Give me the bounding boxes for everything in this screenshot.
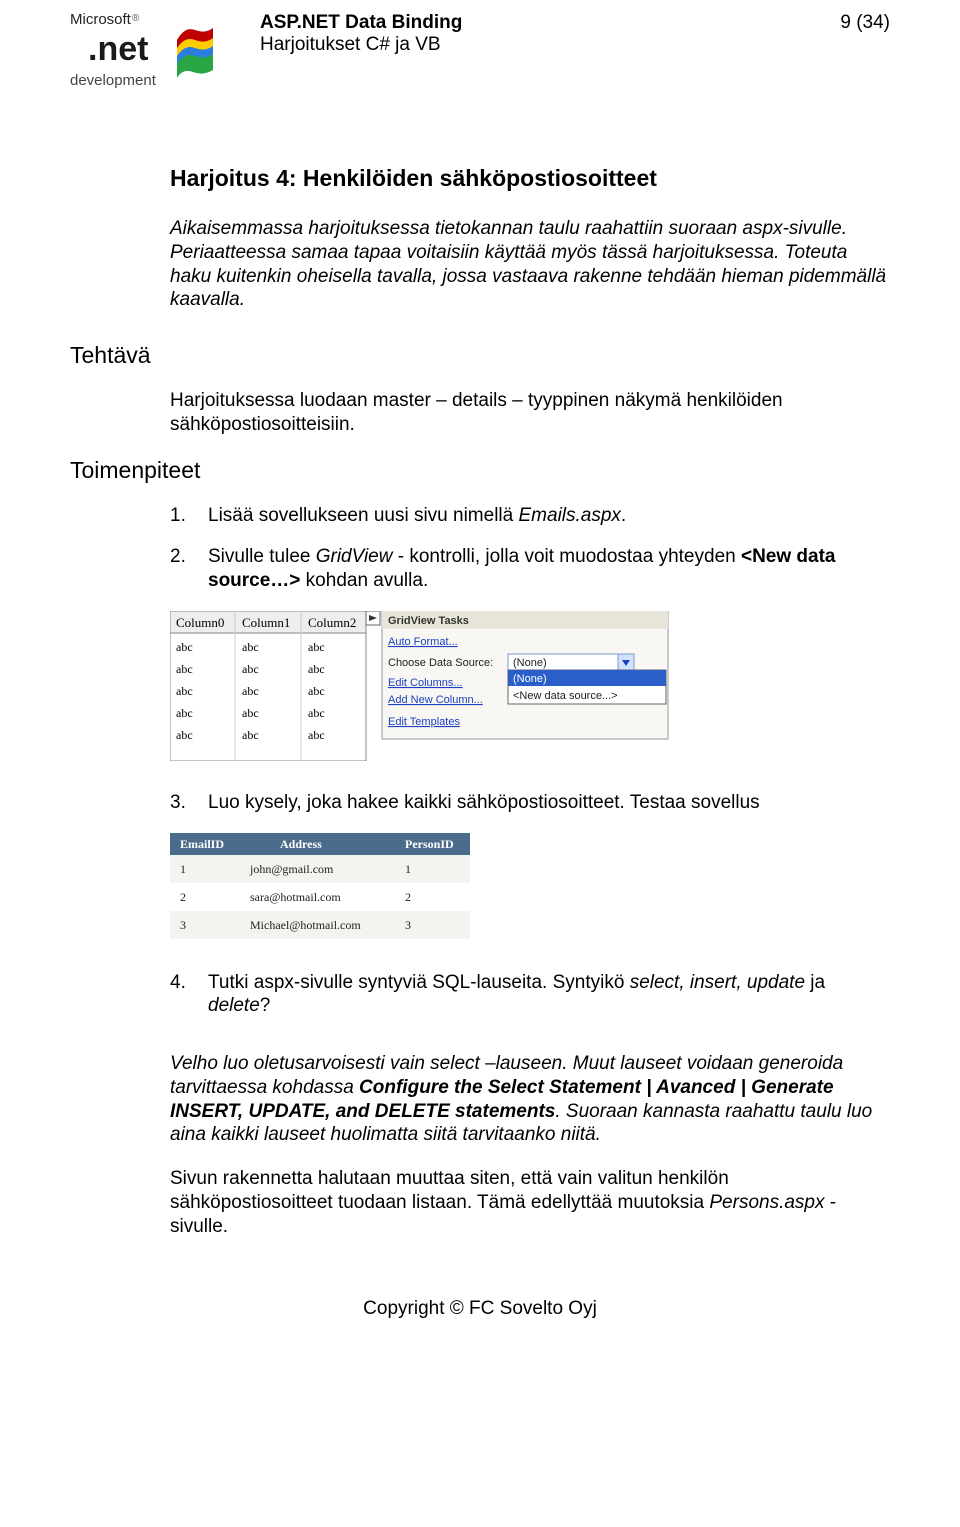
exercise-prefix: Harjoitus 4: <box>170 165 303 191</box>
svg-text:Auto Format...: Auto Format... <box>388 636 458 648</box>
svg-text:abc: abc <box>242 728 259 742</box>
svg-text:abc: abc <box>176 684 193 698</box>
step-em: select, insert, update <box>630 972 805 993</box>
svg-text:2: 2 <box>180 890 186 904</box>
svg-text:<New data source...>: <New data source...> <box>513 690 618 702</box>
closing-em: Persons.aspx <box>709 1192 824 1213</box>
svg-text:Column1: Column1 <box>242 615 290 630</box>
svg-text:1: 1 <box>405 862 411 876</box>
svg-text:2: 2 <box>405 890 411 904</box>
exercise-title: Henkilöiden sähköpostiosoitteet <box>303 165 657 191</box>
step-2: 2. Sivulle tulee GridView - kontrolli, j… <box>170 545 890 593</box>
exercise-intro: Aikaisemmassa harjoituksessa tietokannan… <box>170 217 890 312</box>
step-text-mid: - kontrolli, jolla voit muodostaa yhteyd… <box>392 546 741 567</box>
copyright-footer: Copyright © FC Sovelto Oyj <box>70 1298 890 1320</box>
svg-text:Column2: Column2 <box>308 615 356 630</box>
doc-title: ASP.NET Data Binding <box>260 12 462 34</box>
svg-text:3: 3 <box>405 918 411 932</box>
svg-text:abc: abc <box>176 728 193 742</box>
svg-text:3: 3 <box>180 918 186 932</box>
step-3: 3. Luo kysely, joka hakee kaikki sähköpo… <box>170 791 890 815</box>
svg-text:Add New Column...: Add New Column... <box>388 694 483 706</box>
svg-text:abc: abc <box>242 706 259 720</box>
svg-text:abc: abc <box>308 640 325 654</box>
svg-text:1: 1 <box>180 862 186 876</box>
ms-net-logo: Microsoft ® .net development <box>70 10 260 95</box>
step-mid: ja <box>805 972 825 993</box>
svg-text:abc: abc <box>176 662 193 676</box>
step-num: 4. <box>170 971 208 1019</box>
step-4: 4. Tutki aspx-sivulle syntyviä SQL-lause… <box>170 971 890 1019</box>
step-text-end: kohdan avulla. <box>300 570 428 591</box>
svg-text:Column0: Column0 <box>176 615 224 630</box>
svg-text:abc: abc <box>308 728 325 742</box>
doc-subtitle: Harjoitukset C# ja VB <box>260 34 462 56</box>
svg-text:abc: abc <box>176 706 193 720</box>
svg-text:abc: abc <box>242 640 259 654</box>
section-task-label: Tehtävä <box>70 342 890 369</box>
step-text-end: . <box>621 505 626 526</box>
svg-text:abc: abc <box>308 684 325 698</box>
step-em: Emails.aspx <box>519 505 621 526</box>
svg-text:abc: abc <box>176 640 193 654</box>
svg-text:abc: abc <box>308 706 325 720</box>
step-em2: delete <box>208 995 260 1016</box>
svg-text:(None): (None) <box>513 657 547 669</box>
exercise-heading: Harjoitus 4: Henkilöiden sähköpostiosoit… <box>170 165 890 192</box>
step-num: 2. <box>170 545 208 593</box>
svg-text:GridView Tasks: GridView Tasks <box>388 615 469 627</box>
page-header: Microsoft ® .net development ASP.NET Dat… <box>70 10 890 95</box>
step-text: Luo kysely, joka hakee kaikki sähköposti… <box>208 792 760 813</box>
task-text: Harjoituksessa luodaan master – details … <box>170 389 890 437</box>
step-end: ? <box>260 995 271 1016</box>
step-text: Tutki aspx-sivulle syntyviä SQL-lauseita… <box>208 972 630 993</box>
svg-text:Microsoft: Microsoft <box>70 11 132 28</box>
page-number: 9 (34) <box>840 12 890 56</box>
svg-text:abc: abc <box>242 684 259 698</box>
svg-text:john@gmail.com: john@gmail.com <box>249 862 334 876</box>
svg-text:abc: abc <box>308 662 325 676</box>
svg-text:®: ® <box>132 13 140 24</box>
gridview-tasks-screenshot: Column0 Column1 Column2 abc abc abc abc abc… <box>170 611 890 761</box>
closing-pre: Sivun rakennetta halutaan muuttaa siten,… <box>170 1168 729 1213</box>
svg-text:(None): (None) <box>513 673 547 685</box>
svg-text:sara@hotmail.com: sara@hotmail.com <box>250 890 341 904</box>
wizard-note: Velho luo oletusarvoisesti vain select –… <box>170 1052 890 1147</box>
closing-para: Sivun rakennetta halutaan muuttaa siten,… <box>170 1167 890 1238</box>
step-num: 3. <box>170 791 208 815</box>
svg-text:Choose Data Source:: Choose Data Source: <box>388 657 493 669</box>
svg-text:Address: Address <box>280 837 322 851</box>
svg-text:abc: abc <box>242 662 259 676</box>
step-em: GridView <box>316 546 393 567</box>
step-text: Sivulle tulee <box>208 546 316 567</box>
svg-text:Edit Columns...: Edit Columns... <box>388 677 463 689</box>
svg-text:development: development <box>70 72 157 89</box>
email-table-screenshot: EmailID Address PersonID 1 john@gmail.co… <box>170 833 890 941</box>
svg-text:EmailID: EmailID <box>180 837 224 851</box>
svg-text:Edit Templates: Edit Templates <box>388 716 460 728</box>
svg-text:.net: .net <box>88 30 148 68</box>
svg-text:PersonID: PersonID <box>405 837 454 851</box>
step-1: 1. Lisää sovellukseen uusi sivu nimellä … <box>170 504 890 528</box>
step-text: Lisää sovellukseen uusi sivu nimellä <box>208 505 519 526</box>
svg-text:Michael@hotmail.com: Michael@hotmail.com <box>250 918 361 932</box>
section-steps-label: Toimenpiteet <box>70 457 890 484</box>
step-num: 1. <box>170 504 208 528</box>
